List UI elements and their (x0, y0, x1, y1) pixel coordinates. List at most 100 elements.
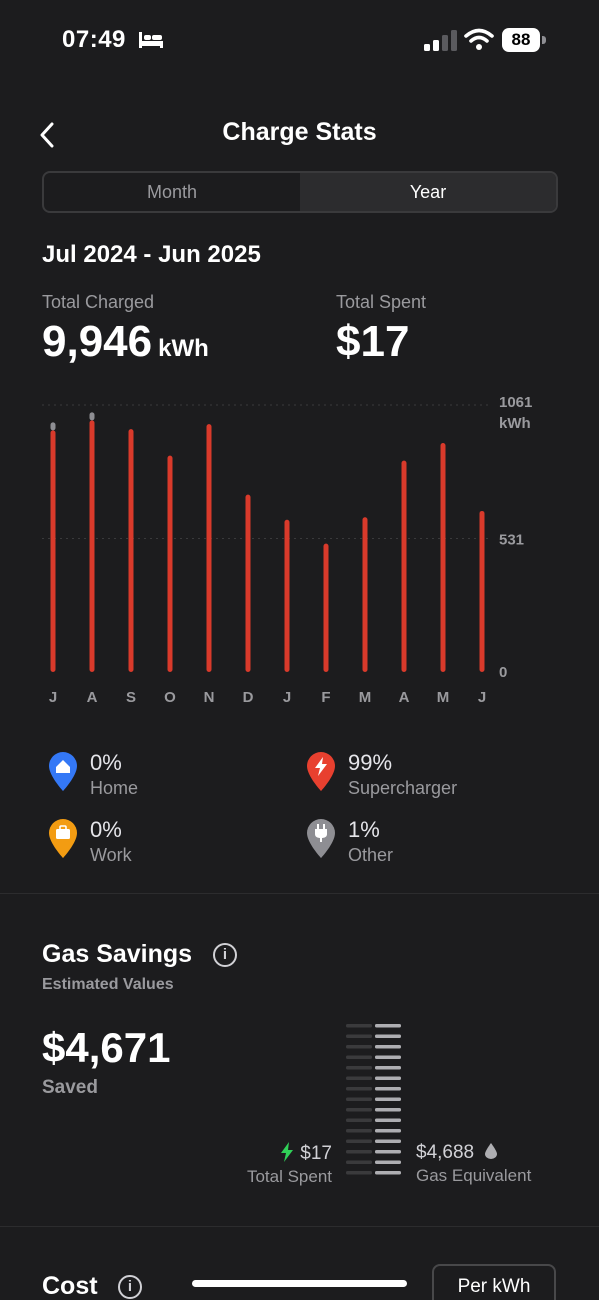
gas-bar-segment (375, 1108, 401, 1112)
chart-bar[interactable] (479, 510, 485, 672)
chart-bar[interactable] (167, 455, 173, 672)
spent-bar-segment (346, 1129, 372, 1133)
x-tick-label: N (204, 689, 215, 706)
period-segmented-control: Month Year (42, 171, 558, 213)
spent-bar-segment (346, 1150, 372, 1154)
x-tick-label: F (321, 689, 330, 706)
gas-bar-segment (375, 1087, 401, 1091)
cellular-signal-icon (424, 30, 457, 51)
plug-icon (307, 819, 335, 858)
spent-bar-segment (346, 1097, 372, 1101)
gas-bar-segment (375, 1097, 401, 1101)
spent-bar-segment (346, 1118, 372, 1122)
legend-work: 0% Work (48, 817, 308, 867)
gas-bar-segment (375, 1066, 401, 1070)
section-divider (0, 893, 599, 894)
spent-bar-segment (346, 1055, 372, 1059)
spent-bar-segment (346, 1076, 372, 1080)
spent-bar-segment (346, 1024, 372, 1028)
spent-bar-segment (346, 1087, 372, 1091)
fuel-drop-icon (484, 1143, 497, 1159)
gas-bar-segment (375, 1076, 401, 1080)
x-tick-label: J (283, 689, 291, 706)
legend-other-pct: 1% (348, 817, 380, 842)
x-tick-label: M (359, 689, 372, 706)
gas-bar-segment (375, 1024, 401, 1028)
chart-bar[interactable] (89, 420, 95, 672)
total-charged: Total Charged 9,946 kWh (42, 292, 209, 367)
legend-other: 1% Other (306, 817, 566, 867)
total-spent-compare: $17 Total Spent (236, 1142, 332, 1187)
gas-bar-segment (375, 1160, 401, 1164)
home-indicator (192, 1280, 407, 1287)
chart-bar[interactable] (245, 494, 251, 672)
x-tick-label: A (87, 689, 98, 706)
spent-bar-segment (346, 1160, 372, 1164)
gas-savings-subtitle: Estimated Values (42, 976, 174, 993)
y-tick-label: 1061 (499, 394, 532, 411)
chart-bar[interactable] (284, 519, 290, 672)
total-charged-value: 9,946 (42, 317, 153, 366)
spent-bar-segment (346, 1108, 372, 1112)
bar-cap (50, 422, 56, 431)
battery-level: 88 (502, 28, 540, 52)
compare-spent-value: $17 (300, 1143, 332, 1164)
lightning-icon (307, 752, 335, 791)
x-tick-label: A (399, 689, 410, 706)
compare-gas-label: Gas Equivalent (416, 1166, 532, 1185)
legend-work-pct: 0% (90, 817, 122, 842)
legend-home-name: Home (90, 778, 139, 798)
gas-bar-segment (375, 1150, 401, 1154)
total-charged-unit: kWh (158, 335, 209, 362)
legend-other-name: Other (348, 845, 394, 865)
battery-icon: 88 (502, 28, 546, 52)
x-tick-label: J (478, 689, 486, 706)
monthly-charge-chart: 1061 531 0 kWh J A S O N D J F M A M J (42, 394, 532, 706)
gas-bar-segment (375, 1055, 401, 1059)
chart-bar[interactable] (50, 430, 56, 672)
spent-bar-segment (346, 1139, 372, 1143)
x-tick-label: J (49, 689, 57, 706)
chart-bar[interactable] (362, 517, 368, 672)
legend-home: 0% Home (48, 750, 308, 800)
legend-supercharger: 99% Supercharger (306, 750, 566, 800)
chart-bar[interactable] (128, 429, 134, 672)
briefcase-icon (49, 819, 77, 858)
gas-comparison-graphic (346, 1024, 401, 1175)
x-tick-label: M (437, 689, 450, 706)
page-title: Charge Stats (222, 118, 377, 146)
gas-bar-segment (375, 1129, 401, 1133)
x-tick-label: S (126, 689, 136, 706)
info-icon[interactable]: i (118, 1275, 142, 1299)
gas-saved-value: $4,671 (42, 1024, 171, 1071)
per-kwh-button[interactable]: Per kWh (432, 1264, 556, 1300)
gas-saved-label: Saved (42, 1077, 98, 1098)
gas-savings-title: Gas Savings (42, 940, 193, 968)
gas-bar-segment (375, 1118, 401, 1122)
chart-bar[interactable] (440, 442, 446, 672)
info-icon[interactable]: i (213, 943, 237, 967)
legend-work-name: Work (90, 845, 132, 865)
legend-supercharger-pct: 99% (348, 750, 393, 775)
date-range: Jul 2024 - Jun 2025 (42, 241, 261, 268)
total-charged-label: Total Charged (42, 292, 155, 312)
total-spent-label: Total Spent (336, 292, 427, 312)
x-tick-label: D (243, 689, 254, 706)
legend-supercharger-name: Supercharger (348, 778, 458, 798)
chart-bar[interactable] (206, 424, 212, 672)
wifi-icon (464, 28, 494, 50)
chart-bar[interactable] (401, 460, 407, 672)
bar-cap (89, 412, 95, 421)
x-tick-label: O (164, 689, 176, 706)
total-spent: Total Spent $17 (336, 292, 426, 367)
chart-bar[interactable] (323, 543, 329, 672)
spent-bar-segment (346, 1171, 372, 1175)
spent-bar-segment (346, 1045, 372, 1049)
spent-bar-segment (346, 1066, 372, 1070)
tab-month[interactable]: Month (44, 173, 300, 211)
home-icon (49, 752, 77, 791)
tab-year[interactable]: Year (300, 173, 556, 211)
legend-home-pct: 0% (90, 750, 122, 775)
spent-bar-segment (346, 1034, 372, 1038)
section-divider (0, 1226, 599, 1227)
